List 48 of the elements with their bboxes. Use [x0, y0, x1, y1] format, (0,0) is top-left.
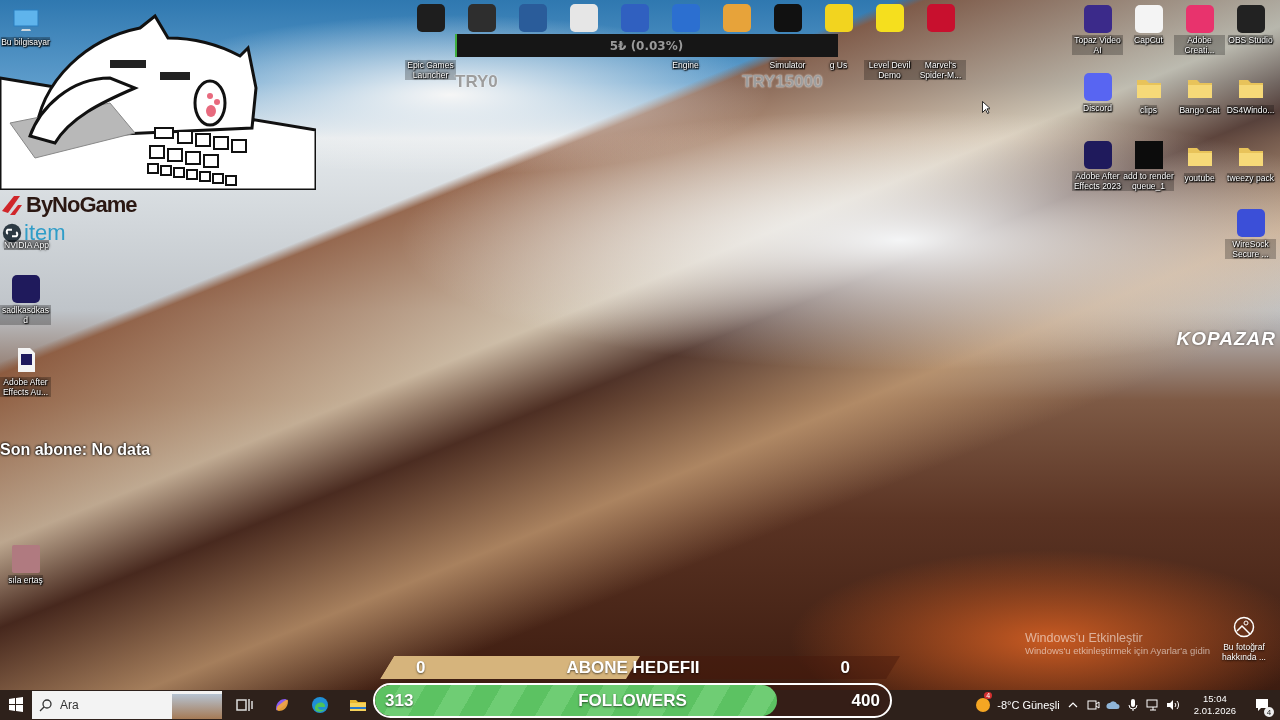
weather-text[interactable]: -8°C Güneşli — [997, 699, 1060, 711]
sponsor-logo: KOPAZAR — [1176, 328, 1276, 350]
donation-min-label: TRY0 — [455, 72, 498, 92]
speaker-icon[interactable] — [1165, 698, 1180, 712]
goal-title: FOLLOWERS — [578, 690, 687, 711]
app-icon[interactable] — [875, 4, 904, 32]
icon-label[interactable]: WireSock Secure ... — [1225, 239, 1276, 259]
icon-label[interactable]: Level Devil Demo — [864, 60, 915, 80]
search-highlight-picture — [172, 691, 222, 719]
icon-label[interactable]: Marvel's Spider-M... — [915, 60, 966, 80]
mouse-pointer-icon — [982, 101, 990, 114]
slash-logo-icon — [0, 193, 24, 217]
windows-logo-icon[interactable] — [6, 695, 26, 715]
donation-max-label: TRY15000 — [742, 72, 823, 92]
video-thumbnail[interactable] — [1134, 141, 1163, 169]
last-subscriber-text: Son abone: No data — [0, 441, 151, 459]
goal-title: ABONE HEDEFII — [566, 657, 700, 678]
microphone-icon[interactable] — [1125, 698, 1140, 712]
photo-info-link[interactable]: Bu fotoğraf hakkında ... — [1216, 642, 1272, 662]
app-icon[interactable] — [11, 275, 40, 303]
icon-label[interactable]: sadlkasdkasd — [0, 305, 51, 325]
clock-time[interactable]: 15:04 — [1202, 693, 1227, 705]
icon-label[interactable]: Topaz Video AI — [1072, 35, 1123, 55]
goal-current: 0 — [416, 657, 426, 678]
icon-label[interactable]: Adobe Creati... — [1174, 35, 1225, 55]
search-icon — [32, 691, 58, 719]
donation-amount: 5₺ (0.03%) — [609, 38, 684, 53]
network-icon[interactable] — [1145, 698, 1160, 712]
app-icon[interactable] — [1236, 5, 1265, 33]
swirl-icon[interactable] — [310, 695, 330, 715]
notification-icon[interactable] — [1255, 698, 1269, 712]
activation-title: Windows'u Etkinleştir — [1025, 631, 1144, 645]
icon-label[interactable]: Adobe After Effects Au... — [0, 377, 51, 397]
goal-current: 313 — [385, 690, 414, 711]
photo-info-icon[interactable] — [1233, 616, 1255, 638]
notification-badge: 4 — [1264, 707, 1274, 717]
clock-date[interactable]: 2.01.2026 — [1193, 705, 1236, 717]
app-icon[interactable] — [773, 4, 802, 32]
cloud-icon[interactable] — [1105, 698, 1120, 712]
camera-icon[interactable] — [1085, 698, 1100, 712]
search-field[interactable]: Ara — [58, 691, 172, 719]
sun-icon[interactable] — [975, 697, 992, 713]
goal-target: 400 — [851, 690, 880, 711]
activation-message: Windows'u etkinleştirmek için Ayarlar'a gidin — [1025, 645, 1211, 656]
app-icon[interactable] — [416, 4, 445, 32]
sponsor-logo: ByNoGame — [26, 192, 137, 218]
goal-target: 0 — [840, 657, 850, 678]
app-icon[interactable] — [1083, 141, 1112, 169]
